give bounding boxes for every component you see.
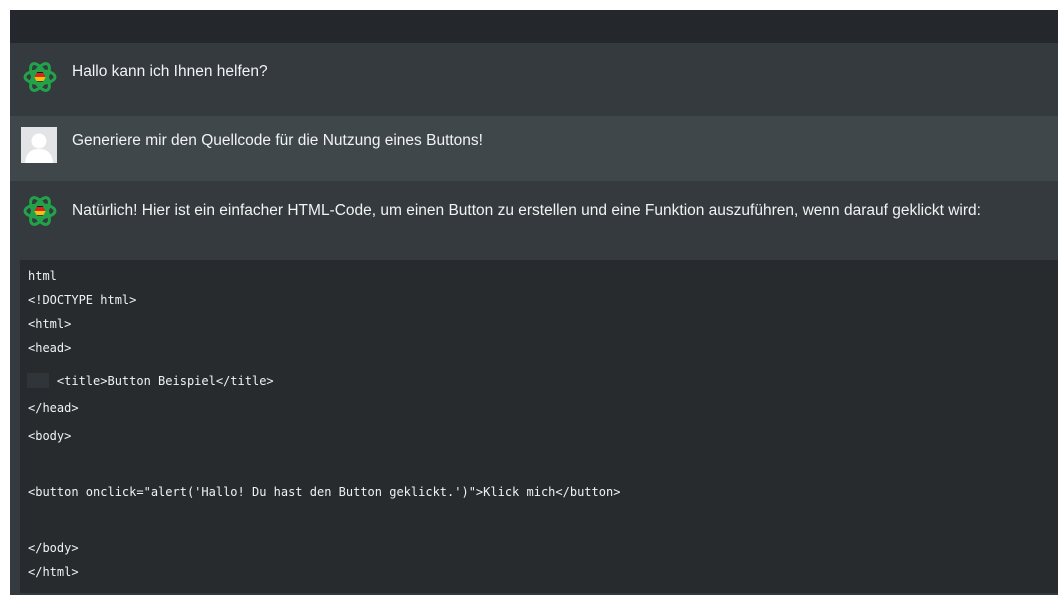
code-line: <button onclick="alert('Hallo! Du hast d… bbox=[28, 485, 621, 499]
code-line: </body> bbox=[28, 541, 79, 555]
code-language-label: html bbox=[28, 269, 57, 283]
code-line: <head> bbox=[28, 341, 72, 355]
openai-logo-icon bbox=[22, 59, 58, 95]
openai-logo-icon bbox=[22, 193, 58, 229]
code-line: <body> bbox=[28, 429, 72, 443]
code-line: <html> bbox=[28, 317, 72, 331]
chat-window: Hallo kann ich Ihnen helfen? Generiere m… bbox=[10, 10, 1058, 595]
assistant-message: Hallo kann ich Ihnen helfen? bbox=[10, 43, 1058, 116]
code-line: </html> bbox=[28, 565, 79, 579]
user-message: Generiere mir den Quellcode für die Nutz… bbox=[10, 116, 1058, 181]
message-text: Hallo kann ich Ihnen helfen? bbox=[72, 63, 268, 80]
code-line: </head> bbox=[28, 401, 79, 415]
default-user-icon bbox=[21, 127, 57, 163]
top-bar bbox=[10, 10, 1058, 43]
code-line: <title>Button Beispiel</title> bbox=[28, 374, 274, 388]
message-text: Generiere mir den Quellcode für die Nutz… bbox=[72, 132, 483, 149]
assistant-message: Natürlich! Hier ist ein einfacher HTML-C… bbox=[10, 181, 1058, 261]
code-line: <!DOCTYPE html> bbox=[28, 293, 137, 307]
code-block[interactable]: html <!DOCTYPE html> <html> <head> <titl… bbox=[20, 260, 1058, 593]
message-text: Natürlich! Hier ist ein einfacher HTML-C… bbox=[72, 202, 981, 219]
